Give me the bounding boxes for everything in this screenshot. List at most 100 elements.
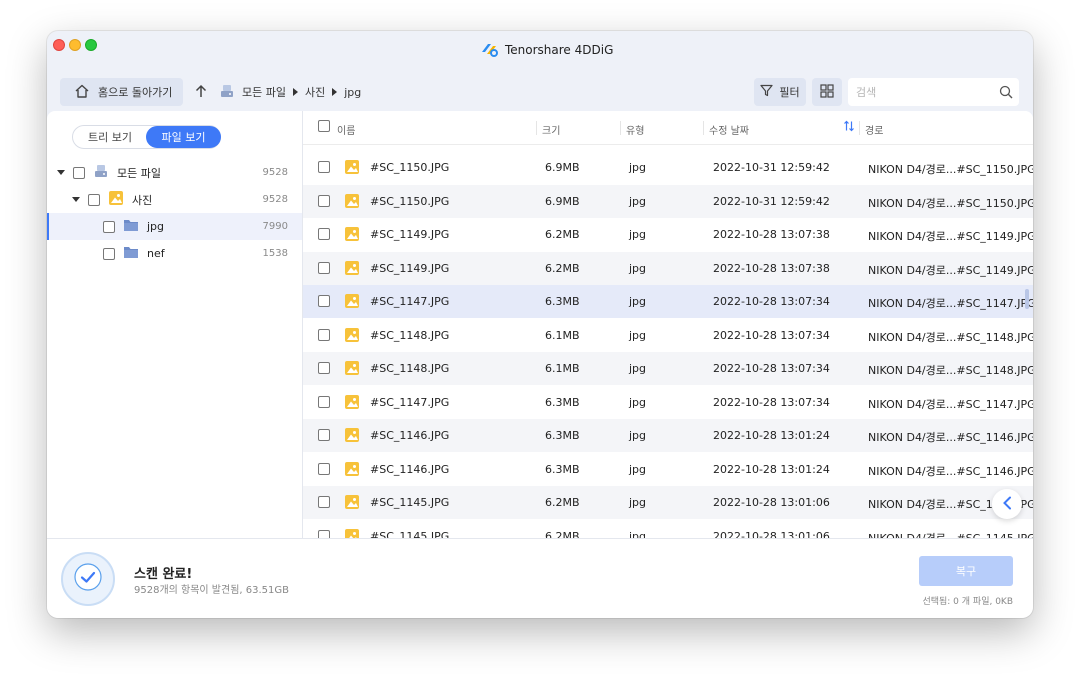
- table-row[interactable]: #SC_1149.JPG 6.2MB jpg 2022-10-28 13:07:…: [303, 218, 1033, 251]
- column-divider: [620, 121, 621, 135]
- row-checkbox[interactable]: [318, 261, 330, 274]
- tree-item-all-files[interactable]: 모든 파일 9528: [47, 159, 302, 186]
- row-checkbox[interactable]: [318, 228, 330, 240]
- collapse-panel-button[interactable]: [992, 489, 1022, 519]
- file-list: 이름 크기 유형 수정 날짜 경로 #SC_1150.JPG 6.9MB jpg…: [303, 111, 1033, 538]
- table-row[interactable]: #SC_1147.JPG 6.3MB jpg 2022-10-28 13:07:…: [303, 386, 1033, 419]
- row-checkbox[interactable]: [318, 295, 330, 307]
- row-checkbox[interactable]: [318, 529, 330, 538]
- file-date: 2022-10-28 13:01:24: [713, 462, 830, 476]
- sort-icon[interactable]: [843, 120, 855, 135]
- breadcrumb-item-all-files[interactable]: 모든 파일: [242, 84, 286, 100]
- image-file-icon: [344, 427, 360, 446]
- column-header-size[interactable]: 크기: [542, 122, 560, 137]
- tree-checkbox[interactable]: [103, 220, 115, 233]
- file-size: 6.1MB: [545, 362, 580, 375]
- image-file-icon: [344, 461, 360, 480]
- file-type: jpg: [629, 161, 647, 174]
- breadcrumb-item-photos[interactable]: 사진: [305, 84, 325, 100]
- row-checkbox[interactable]: [318, 362, 330, 374]
- file-view-tab[interactable]: 파일 보기: [146, 126, 221, 148]
- filter-icon: [760, 84, 773, 100]
- file-type: jpg: [629, 261, 647, 275]
- file-type: jpg: [629, 362, 647, 375]
- breadcrumb-item-jpg[interactable]: jpg: [344, 86, 361, 99]
- file-type: jpg: [629, 395, 647, 409]
- home-button[interactable]: 홈으로 돌아가기: [60, 78, 183, 106]
- row-checkbox[interactable]: [318, 161, 330, 173]
- tree-item-nef[interactable]: nef 1538: [47, 240, 302, 267]
- breadcrumb-separator-icon: [292, 88, 298, 96]
- file-size: 6.3MB: [545, 395, 580, 409]
- file-size: 6.2MB: [545, 261, 580, 275]
- search-icon[interactable]: [999, 84, 1013, 103]
- up-directory-button[interactable]: [191, 81, 211, 103]
- file-name: #SC_1148.JPG: [370, 362, 450, 375]
- row-checkbox[interactable]: [318, 395, 330, 408]
- grid-view-button[interactable]: [812, 78, 842, 106]
- file-date: 2022-10-28 13:07:38: [713, 261, 830, 275]
- minimize-window-button[interactable]: [69, 39, 81, 51]
- row-checkbox[interactable]: [318, 328, 330, 341]
- tree-item-count: 9528: [262, 194, 288, 205]
- file-size: 6.2MB: [545, 496, 580, 509]
- tree-view-tab[interactable]: 트리 보기: [73, 126, 147, 148]
- table-row-selected[interactable]: #SC_1147.JPG 6.3MB jpg 2022-10-28 13:07:…: [303, 285, 1033, 318]
- row-checkbox[interactable]: [318, 429, 330, 441]
- file-date: 2022-10-28 13:07:38: [713, 228, 830, 241]
- image-file-icon: [344, 293, 360, 312]
- file-type: jpg: [629, 194, 647, 208]
- expand-arrow-icon[interactable]: [57, 170, 65, 175]
- expand-arrow-icon[interactable]: [72, 197, 80, 202]
- file-date: 2022-10-28 13:01:06: [713, 496, 830, 509]
- file-type: jpg: [629, 228, 647, 241]
- filter-button[interactable]: 필터: [754, 78, 806, 106]
- table-row[interactable]: #SC_1149.JPG 6.2MB jpg 2022-10-28 13:07:…: [303, 251, 1033, 285]
- file-date: 2022-10-28 13:01:24: [713, 429, 830, 442]
- column-header-path[interactable]: 경로: [865, 122, 883, 137]
- table-row[interactable]: #SC_1150.JPG 6.9MB jpg 2022-10-31 12:59:…: [303, 184, 1033, 218]
- title-bar: Tenorshare 4DDiG: [47, 31, 1033, 65]
- table-row[interactable]: #SC_1150.JPG 6.9MB jpg 2022-10-31 12:59:…: [303, 151, 1033, 184]
- tree-checkbox[interactable]: [103, 247, 115, 260]
- table-row[interactable]: #SC_1146.JPG 6.3MB jpg 2022-10-28 13:01:…: [303, 419, 1033, 452]
- tree-checkbox[interactable]: [88, 193, 100, 206]
- row-checkbox[interactable]: [318, 194, 330, 207]
- selection-summary: 선택됨: 0 개 파일, 0KB: [922, 597, 1013, 607]
- row-checkbox[interactable]: [318, 462, 330, 475]
- column-header-type[interactable]: 유형: [626, 122, 644, 137]
- recover-button[interactable]: 복구: [919, 556, 1013, 586]
- status-footer: 스캔 완료! 9528개의 항목이 발견됨, 63.51GB 복구 선택됨: 0…: [47, 538, 1033, 618]
- table-row[interactable]: #SC_1148.JPG 6.1MB jpg 2022-10-28 13:07:…: [303, 319, 1033, 352]
- image-file-icon: [344, 360, 360, 379]
- drive-icon: [93, 163, 109, 182]
- select-all-checkbox[interactable]: [318, 120, 330, 132]
- file-date: 2022-10-31 12:59:42: [713, 194, 830, 208]
- checkmark-icon: [74, 563, 102, 595]
- search-input[interactable]: [856, 85, 996, 99]
- file-date: 2022-10-28 13:07:34: [713, 395, 830, 409]
- file-size: 6.2MB: [545, 228, 580, 241]
- table-row[interactable]: #SC_1148.JPG 6.1MB jpg 2022-10-28 13:07:…: [303, 352, 1033, 385]
- column-header-date[interactable]: 수정 날짜: [709, 122, 749, 137]
- file-size: 6.3MB: [545, 462, 580, 476]
- tree-item-jpg[interactable]: jpg 7990: [47, 213, 302, 240]
- table-row[interactable]: #SC_1145.JPG 6.2MB jpg 2022-10-28 13:01:…: [303, 486, 1033, 519]
- file-path: NIKON D4/경로...#SC_1145.JPG: [868, 531, 1033, 539]
- file-name: #SC_1148.JPG: [370, 328, 450, 342]
- close-window-button[interactable]: [53, 39, 65, 51]
- scrollbar-thumb[interactable]: [1025, 289, 1029, 309]
- table-row[interactable]: #SC_1146.JPG 6.3MB jpg 2022-10-28 13:01:…: [303, 453, 1033, 486]
- tree-checkbox[interactable]: [73, 166, 85, 179]
- home-button-label: 홈으로 돌아가기: [98, 86, 173, 99]
- table-row[interactable]: #SC_1145.JPG 6.2MB jpg 2022-10-28 13:01:…: [303, 520, 1033, 539]
- row-checkbox[interactable]: [318, 496, 330, 508]
- file-path: NIKON D4/경로...#SC_1147.JPG: [868, 297, 1033, 310]
- file-name: #SC_1147.JPG: [370, 395, 450, 409]
- file-size: 6.1MB: [545, 328, 580, 342]
- file-path: NIKON D4/경로...#SC_1150.JPG: [868, 163, 1033, 176]
- maximize-window-button[interactable]: [85, 39, 97, 51]
- tree-item-photos[interactable]: 사진 9528: [47, 186, 302, 213]
- column-header-name[interactable]: 이름: [337, 122, 355, 137]
- file-size: 6.3MB: [545, 295, 580, 308]
